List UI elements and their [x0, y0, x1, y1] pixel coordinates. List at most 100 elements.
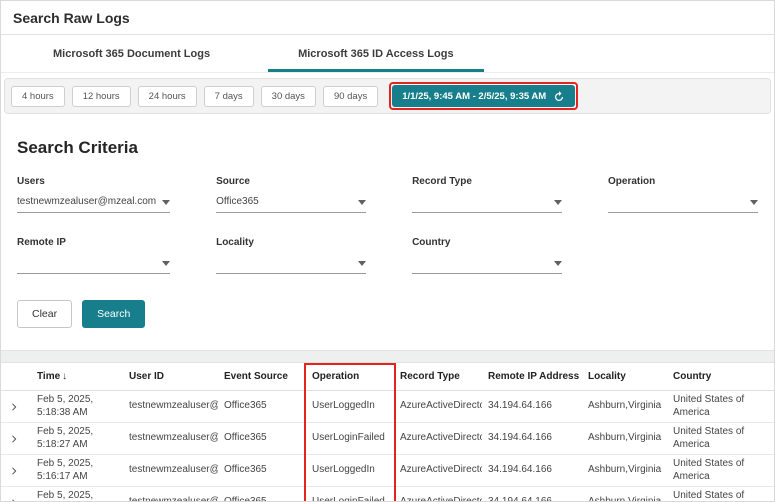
cell-record-type: AzureActiveDirectorySts	[394, 455, 482, 487]
results-table: Time↓ User ID Event Source Operation Rec…	[1, 363, 774, 502]
time-filter-4-hours[interactable]: 4 hours	[11, 86, 65, 107]
field-locality: Locality	[216, 237, 366, 274]
locality-value	[216, 257, 352, 268]
cell-event-source: Office365	[218, 455, 306, 487]
users-select[interactable]: testnewmzealuser@mzeal.com	[17, 196, 170, 213]
col-locality[interactable]: Locality	[582, 363, 667, 391]
chevron-down-icon	[750, 200, 758, 205]
cell-record-type: AzureActiveDirectorySts	[394, 423, 482, 455]
time-filter-90-days[interactable]: 90 days	[323, 86, 378, 107]
criteria-fields: Users testnewmzealuser@mzeal.com Source …	[17, 176, 758, 274]
log-type-tabs: Microsoft 365 Document Logs Microsoft 36…	[1, 35, 774, 73]
remote-ip-label: Remote IP	[17, 237, 170, 248]
cell-event-source: Office365	[218, 487, 306, 502]
record-type-select[interactable]	[412, 196, 562, 213]
field-users: Users testnewmzealuser@mzeal.com	[17, 176, 170, 213]
table-header-row: Time↓ User ID Event Source Operation Rec…	[1, 363, 774, 391]
country-select[interactable]	[412, 257, 562, 274]
cell-operation: UserLoginFailed	[306, 423, 394, 455]
col-expand	[1, 363, 31, 391]
cell-operation: UserLoggedIn	[306, 391, 394, 423]
field-source: Source Office365	[216, 176, 366, 213]
country-value	[412, 257, 548, 268]
cell-user-id: testnewmzealuser@mzeal.com	[123, 455, 218, 487]
col-record-type[interactable]: Record Type	[394, 363, 482, 391]
cell-time: Feb 5, 2025, 5:18:27 AM	[31, 423, 123, 455]
row-expand-chevron-icon[interactable]	[7, 496, 21, 502]
operation-value	[608, 196, 744, 207]
cell-locality: Ashburn,Virginia	[582, 455, 667, 487]
chevron-down-icon	[358, 261, 366, 266]
chevron-down-icon	[162, 200, 170, 205]
field-country: Country	[412, 237, 562, 274]
record-type-value	[412, 196, 548, 207]
cell-record-type: AzureActiveDirectorySts	[394, 487, 482, 502]
col-time-label: Time	[37, 371, 60, 382]
page-header: Search Raw Logs	[1, 1, 774, 35]
cell-record-type: AzureActiveDirectorySts	[394, 391, 482, 423]
row-expand-chevron-icon[interactable]	[7, 464, 21, 478]
cell-remote-ip: 34.194.64.166	[482, 455, 582, 487]
sort-desc-icon: ↓	[62, 371, 67, 382]
operation-select[interactable]	[608, 196, 758, 213]
cell-time: Feb 5, 2025, 5:16:12 AM	[31, 487, 123, 502]
chevron-down-icon	[554, 261, 562, 266]
col-event-source[interactable]: Event Source	[218, 363, 306, 391]
locality-label: Locality	[216, 237, 366, 248]
criteria-actions: Clear Search	[17, 300, 758, 328]
remote-ip-value	[17, 257, 156, 268]
row-expand-chevron-icon[interactable]	[7, 432, 21, 446]
field-record-type: Record Type	[412, 176, 562, 213]
cell-locality: Ashburn,Virginia	[582, 487, 667, 502]
custom-date-range-button[interactable]: 1/1/25, 9:45 AM - 2/5/25, 9:35 AM	[392, 85, 575, 107]
cell-locality: Ashburn,Virginia	[582, 423, 667, 455]
col-operation[interactable]: Operation	[306, 363, 394, 391]
cell-country: United States of America	[667, 391, 774, 423]
time-filter-24-hours[interactable]: 24 hours	[138, 86, 197, 107]
col-user-id[interactable]: User ID	[123, 363, 218, 391]
cell-country: United States of America	[667, 455, 774, 487]
cell-remote-ip: 34.194.64.166	[482, 391, 582, 423]
date-range-label: 1/1/25, 9:45 AM - 2/5/25, 9:35 AM	[402, 91, 546, 102]
source-select[interactable]: Office365	[216, 196, 366, 213]
section-separator	[1, 350, 774, 363]
locality-select[interactable]	[216, 257, 366, 274]
cell-time: Feb 5, 2025, 5:16:17 AM	[31, 455, 123, 487]
tab-id-access-logs[interactable]: Microsoft 365 ID Access Logs	[268, 35, 483, 72]
tab-document-logs[interactable]: Microsoft 365 Document Logs	[23, 35, 240, 72]
search-button[interactable]: Search	[82, 300, 145, 328]
table-row: Feb 5, 2025, 5:16:12 AM testnewmzealuser…	[1, 487, 774, 502]
operation-label: Operation	[608, 176, 758, 187]
row-expand-chevron-icon[interactable]	[7, 400, 21, 414]
users-label: Users	[17, 176, 170, 187]
search-criteria-section: Search Criteria Users testnewmzealuser@m…	[1, 138, 774, 328]
cell-operation: UserLoginFailed	[306, 487, 394, 502]
refresh-icon[interactable]	[553, 90, 565, 102]
col-remote-ip[interactable]: Remote IP Address	[482, 363, 582, 391]
table-row: Feb 5, 2025, 5:16:17 AM testnewmzealuser…	[1, 455, 774, 487]
cell-event-source: Office365	[218, 423, 306, 455]
cell-event-source: Office365	[218, 391, 306, 423]
chevron-down-icon	[358, 200, 366, 205]
date-range-annotation-box: 1/1/25, 9:45 AM - 2/5/25, 9:35 AM	[389, 82, 578, 110]
cell-remote-ip: 34.194.64.166	[482, 423, 582, 455]
clear-button[interactable]: Clear	[17, 300, 72, 328]
country-label: Country	[412, 237, 562, 248]
table-row: Feb 5, 2025, 5:18:27 AM testnewmzealuser…	[1, 423, 774, 455]
source-label: Source	[216, 176, 366, 187]
cell-time: Feb 5, 2025, 5:18:38 AM	[31, 391, 123, 423]
chevron-down-icon	[162, 261, 170, 266]
page-title: Search Raw Logs	[13, 10, 762, 26]
field-remote-ip: Remote IP	[17, 237, 170, 274]
chevron-down-icon	[554, 200, 562, 205]
table-row: Feb 5, 2025, 5:18:38 AM testnewmzealuser…	[1, 391, 774, 423]
time-filter-7-days[interactable]: 7 days	[204, 86, 254, 107]
record-type-label: Record Type	[412, 176, 562, 187]
col-time[interactable]: Time↓	[31, 363, 123, 391]
remote-ip-select[interactable]	[17, 257, 170, 274]
time-filter-30-days[interactable]: 30 days	[261, 86, 316, 107]
time-filter-bar: 4 hours 12 hours 24 hours 7 days 30 days…	[4, 78, 771, 114]
time-filter-12-hours[interactable]: 12 hours	[72, 86, 131, 107]
cell-user-id: testnewmzealuser@mzeal.com	[123, 487, 218, 502]
col-country[interactable]: Country	[667, 363, 774, 391]
